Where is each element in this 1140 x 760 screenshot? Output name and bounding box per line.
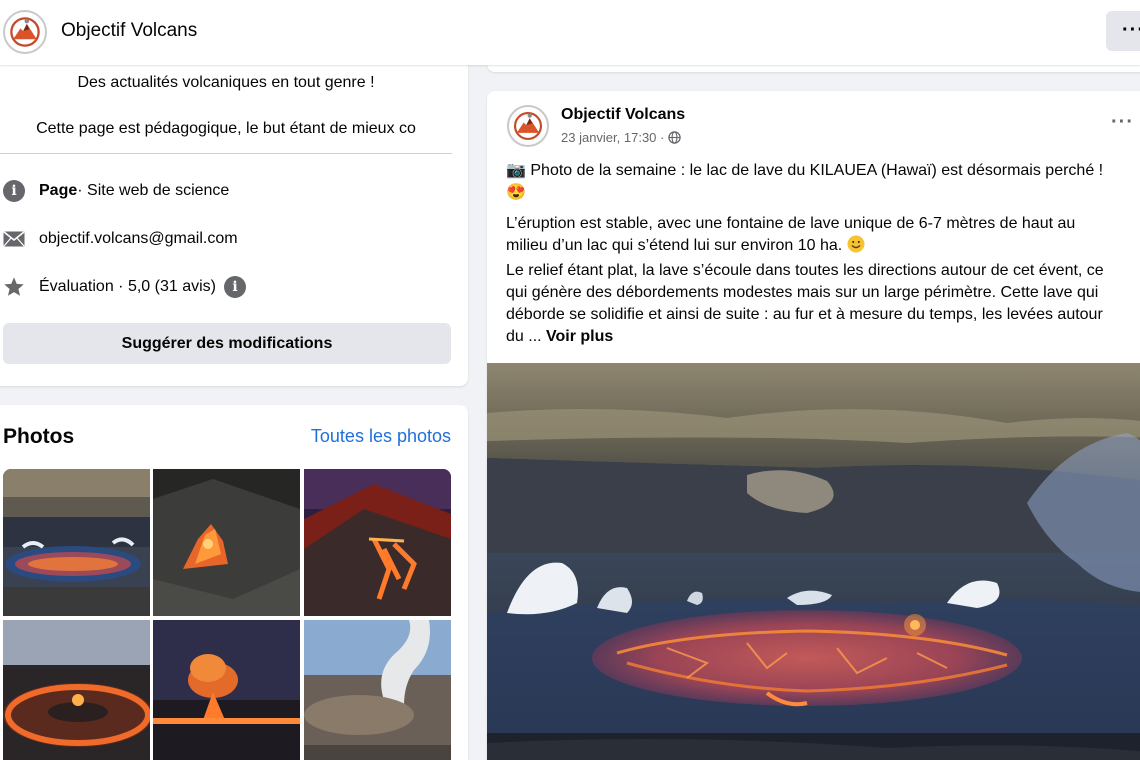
page-header: Objectif Volcans ··· bbox=[0, 0, 1140, 65]
post-body-line: du ... Voir plus bbox=[506, 328, 614, 345]
rating-row: Évaluation · 5,0 (31 avis) i bbox=[2, 275, 246, 299]
page-category: · Site web de science bbox=[77, 182, 230, 199]
photo-thumbnail-eruption-plume[interactable] bbox=[153, 620, 300, 760]
post-meta: 23 janvier, 17:30 · bbox=[561, 130, 682, 145]
page-logo[interactable] bbox=[3, 10, 47, 54]
more-icon: ··· bbox=[1122, 19, 1140, 41]
post-body-line: qui génère des débordements modestes mai… bbox=[506, 284, 1099, 301]
star-icon bbox=[2, 275, 26, 299]
post-photo-lava-lake[interactable] bbox=[487, 363, 1140, 760]
post-author-avatar[interactable] bbox=[507, 105, 549, 147]
see-more-link[interactable]: Voir plus bbox=[546, 328, 613, 345]
post-date[interactable]: 23 janvier, 17:30 · bbox=[561, 130, 664, 145]
suggest-edits-button[interactable]: Suggérer des modifications bbox=[3, 323, 451, 364]
post-body-line: Le relief étant plat, la lave s’écoule d… bbox=[506, 262, 1104, 279]
photo-thumbnail-crater-ring[interactable] bbox=[3, 620, 150, 760]
post-author-name[interactable]: Objectif Volcans bbox=[561, 106, 685, 124]
smile-emoji bbox=[847, 235, 865, 260]
envelope-icon bbox=[2, 227, 26, 251]
page-type-label: Page bbox=[39, 182, 78, 199]
photos-title: Photos bbox=[3, 425, 75, 448]
page-category-row: i Page · Site web de science bbox=[2, 179, 229, 203]
intro-description-more: Cette page est pédagogique, le but étant… bbox=[36, 120, 416, 137]
heart-eyes-emoji: 😍 bbox=[506, 184, 526, 201]
post-more-icon[interactable]: ··· bbox=[1111, 111, 1134, 134]
email-row[interactable]: objectif.volcans@gmail.com bbox=[2, 227, 238, 251]
post-card: Objectif Volcans 23 janvier, 17:30 · ···… bbox=[487, 91, 1140, 760]
more-options-button[interactable]: ··· bbox=[1106, 11, 1140, 51]
photo-thumbnail-lava-flows-night[interactable] bbox=[304, 469, 451, 616]
page-name[interactable]: Objectif Volcans bbox=[61, 20, 197, 42]
post-body-line: milieu d’un lac qui s’étend lui sur envi… bbox=[506, 235, 1140, 260]
divider bbox=[0, 153, 452, 154]
intro-card: Des actualités volcaniques en tout genre… bbox=[0, 50, 468, 386]
globe-icon bbox=[668, 131, 682, 144]
photo-thumbnail-lava-lake[interactable] bbox=[3, 469, 150, 616]
intro-description: Des actualités volcaniques en tout genre… bbox=[77, 74, 375, 91]
info-icon: i bbox=[2, 179, 26, 203]
see-all-photos-link[interactable]: Toutes les photos bbox=[311, 426, 451, 447]
post-body: L’éruption est stable, avec une fontaine… bbox=[506, 213, 1140, 348]
post-body-line: déborde se solidifie et ainsi de suite :… bbox=[506, 306, 1103, 323]
photos-card: Photos Toutes les photos bbox=[0, 405, 468, 760]
post-headline-text: Photo de la semaine : le lac de lave du … bbox=[530, 162, 1104, 179]
email-link[interactable]: objectif.volcans@gmail.com bbox=[39, 230, 238, 248]
post-headline: 📷 Photo de la semaine : le lac de lave d… bbox=[506, 160, 1140, 204]
photo-thumbnail-lava-fountain[interactable] bbox=[153, 469, 300, 616]
photo-thumbnail-steam-plume[interactable] bbox=[304, 620, 451, 760]
post-body-line: L’éruption est stable, avec une fontaine… bbox=[506, 215, 1076, 232]
rating-text: Évaluation · 5,0 (31 avis) bbox=[39, 278, 216, 295]
rating-info-icon[interactable]: i bbox=[223, 276, 246, 298]
camera-emoji: 📷 bbox=[506, 162, 526, 179]
